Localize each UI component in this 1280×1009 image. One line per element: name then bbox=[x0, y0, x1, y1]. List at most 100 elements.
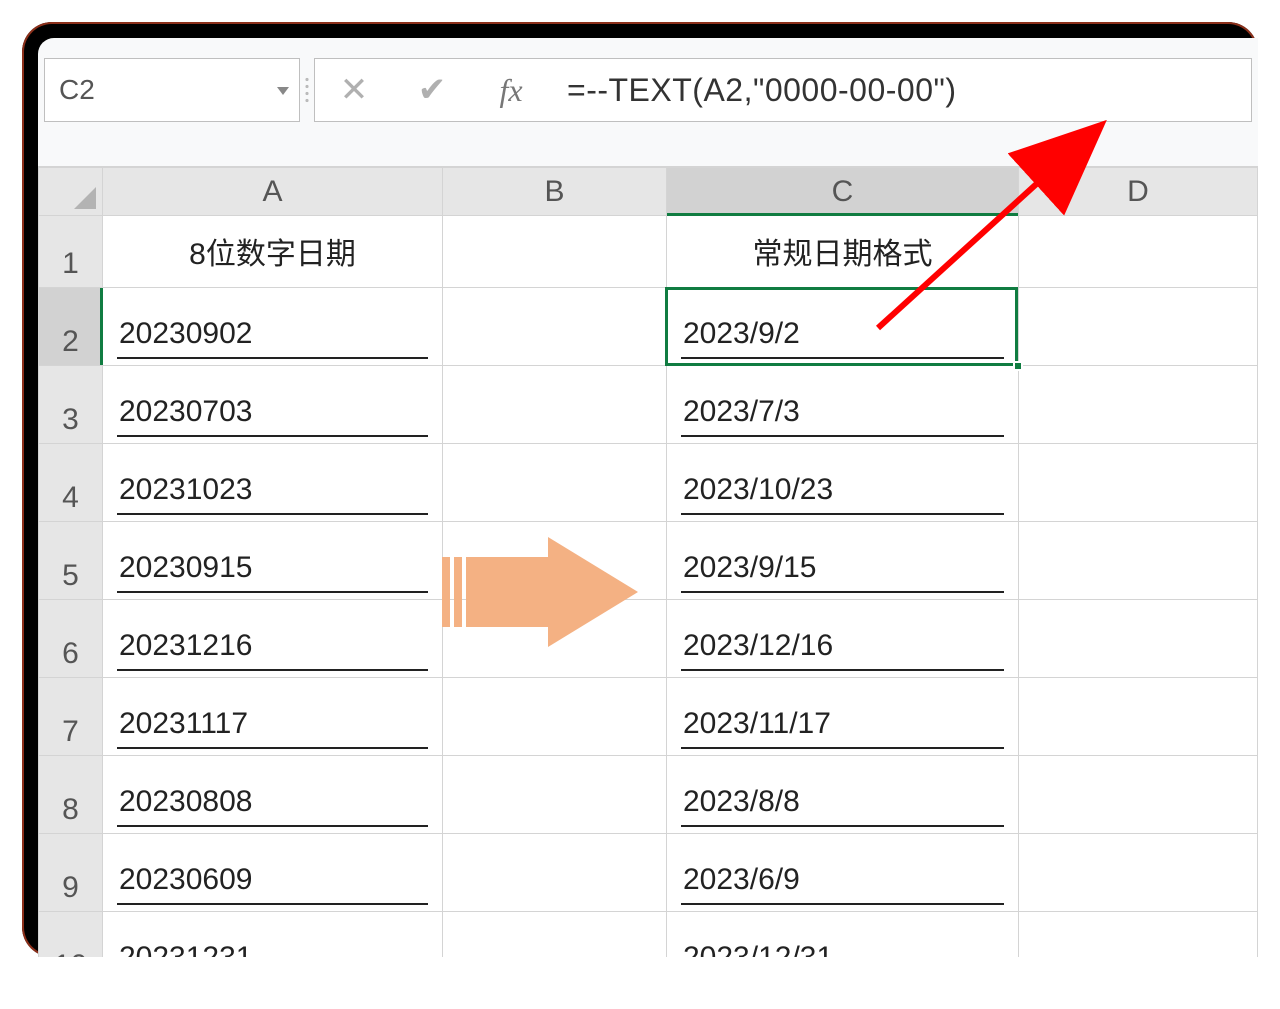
cell[interactable] bbox=[1019, 678, 1258, 756]
worksheet-area: A B C D 1 8位数字日期 常规日期格式 2 20230902 2023/ bbox=[38, 166, 1258, 957]
check-icon: ✔ bbox=[418, 70, 447, 110]
cell[interactable] bbox=[443, 834, 667, 912]
row-header[interactable]: 5 bbox=[39, 522, 103, 600]
cell[interactable] bbox=[443, 912, 667, 958]
cell[interactable] bbox=[1019, 288, 1258, 366]
cell-value: 20231231 bbox=[117, 937, 428, 957]
cell[interactable] bbox=[1019, 444, 1258, 522]
cell[interactable]: 2023/10/23 bbox=[667, 444, 1019, 522]
cell[interactable] bbox=[443, 216, 667, 288]
col-header-label: D bbox=[1127, 175, 1149, 208]
cell[interactable]: 2023/7/3 bbox=[667, 366, 1019, 444]
row-header[interactable]: 7 bbox=[39, 678, 103, 756]
select-all-corner[interactable] bbox=[39, 168, 103, 216]
row-number-label: 10 bbox=[54, 949, 87, 957]
row-number-label: 2 bbox=[62, 325, 79, 358]
cell[interactable] bbox=[443, 288, 667, 366]
cell-value: 20230902 bbox=[117, 313, 428, 359]
cell-value: 20230703 bbox=[117, 391, 428, 437]
col-header-b[interactable]: B bbox=[443, 168, 667, 216]
row-header[interactable]: 6 bbox=[39, 600, 103, 678]
col-header-c[interactable]: C bbox=[667, 168, 1019, 216]
row-number-label: 7 bbox=[62, 715, 79, 748]
cell[interactable] bbox=[1019, 756, 1258, 834]
cell[interactable]: 常规日期格式 bbox=[667, 216, 1019, 288]
formula-input[interactable]: =--TEXT(A2,"0000-00-00") bbox=[551, 58, 1252, 122]
cell[interactable]: 20230609 bbox=[103, 834, 443, 912]
formula-cancel-button[interactable]: ✕ bbox=[315, 59, 393, 121]
row-number-label: 6 bbox=[62, 637, 79, 670]
col-header-a[interactable]: A bbox=[103, 168, 443, 216]
row-header[interactable]: 8 bbox=[39, 756, 103, 834]
row-header[interactable]: 3 bbox=[39, 366, 103, 444]
row-header[interactable]: 4 bbox=[39, 444, 103, 522]
name-box-value: C2 bbox=[59, 74, 95, 106]
cell[interactable]: 20231117 bbox=[103, 678, 443, 756]
row-header[interactable]: 9 bbox=[39, 834, 103, 912]
cell-value: 2023/12/16 bbox=[681, 625, 1004, 671]
cell-value: 20230609 bbox=[117, 859, 428, 905]
fill-handle[interactable] bbox=[1013, 361, 1023, 371]
cell-value: 2023/11/17 bbox=[681, 703, 1004, 749]
cell-value: 20231216 bbox=[117, 625, 428, 671]
row-number-label: 1 bbox=[62, 247, 79, 280]
cell[interactable] bbox=[1019, 366, 1258, 444]
dropdown-caret-icon[interactable] bbox=[277, 87, 289, 95]
cell-value: 20231023 bbox=[117, 469, 428, 515]
cell[interactable]: 20231231 bbox=[103, 912, 443, 958]
cell[interactable]: 20230902 bbox=[103, 288, 443, 366]
formula-confirm-button[interactable]: ✔ bbox=[393, 59, 471, 121]
formula-bar-grip[interactable] bbox=[300, 58, 314, 122]
row-number-label: 5 bbox=[62, 559, 79, 592]
row-header[interactable]: 2 bbox=[39, 288, 103, 366]
cell[interactable]: 20230915 bbox=[103, 522, 443, 600]
row-header[interactable]: 10 bbox=[39, 912, 103, 958]
cell[interactable] bbox=[1019, 912, 1258, 958]
cell-value: 8位数字日期 bbox=[117, 225, 428, 279]
cell[interactable] bbox=[1019, 522, 1258, 600]
cell-value: 20230915 bbox=[117, 547, 428, 593]
cell[interactable]: 2023/6/9 bbox=[667, 834, 1019, 912]
fx-icon: fx bbox=[499, 72, 522, 109]
name-box[interactable]: C2 bbox=[44, 58, 300, 122]
cell[interactable]: 20231216 bbox=[103, 600, 443, 678]
cell[interactable] bbox=[443, 678, 667, 756]
cell-value: 2023/8/8 bbox=[681, 781, 1004, 827]
col-header-d[interactable]: D bbox=[1019, 168, 1258, 216]
cell-value: 2023/7/3 bbox=[681, 391, 1004, 437]
formula-text: =--TEXT(A2,"0000-00-00") bbox=[567, 72, 957, 109]
formula-bar-buttons: ✕ ✔ fx bbox=[314, 58, 551, 122]
cell[interactable]: 20230808 bbox=[103, 756, 443, 834]
cell-value: 常规日期格式 bbox=[681, 225, 1004, 279]
cell[interactable]: 2023/11/17 bbox=[667, 678, 1019, 756]
cell[interactable]: 2023/8/8 bbox=[667, 756, 1019, 834]
cell[interactable] bbox=[1019, 834, 1258, 912]
cell-value: 20231117 bbox=[117, 703, 428, 749]
row-number-label: 9 bbox=[62, 871, 79, 904]
row-number-label: 4 bbox=[62, 481, 79, 514]
row-number-label: 3 bbox=[62, 403, 79, 436]
active-cell[interactable]: 2023/9/2 bbox=[667, 288, 1019, 366]
spreadsheet-grid[interactable]: A B C D 1 8位数字日期 常规日期格式 2 20230902 2023/ bbox=[38, 167, 1258, 957]
cell[interactable] bbox=[443, 444, 667, 522]
cell-value: 2023/12/31 bbox=[681, 937, 1004, 957]
row-header[interactable]: 1 bbox=[39, 216, 103, 288]
cell[interactable]: 2023/9/15 bbox=[667, 522, 1019, 600]
cell[interactable]: 2023/12/31 bbox=[667, 912, 1019, 958]
insert-function-button[interactable]: fx bbox=[471, 59, 551, 121]
col-header-label: C bbox=[832, 175, 854, 208]
cell[interactable] bbox=[1019, 216, 1258, 288]
cell[interactable] bbox=[443, 522, 667, 600]
cell[interactable] bbox=[443, 366, 667, 444]
cell[interactable]: 2023/12/16 bbox=[667, 600, 1019, 678]
x-icon: ✕ bbox=[340, 70, 369, 110]
cell[interactable]: 20231023 bbox=[103, 444, 443, 522]
cell[interactable]: 20230703 bbox=[103, 366, 443, 444]
cell[interactable] bbox=[443, 600, 667, 678]
cell[interactable] bbox=[443, 756, 667, 834]
cell[interactable] bbox=[1019, 600, 1258, 678]
cell-value: 20230808 bbox=[117, 781, 428, 827]
decorative-frame: C2 ✕ ✔ fx =--TEXT(A2,"0000-00-00") bbox=[22, 22, 1258, 957]
formula-bar: C2 ✕ ✔ fx =--TEXT(A2,"0000-00-00") bbox=[38, 58, 1258, 122]
cell[interactable]: 8位数字日期 bbox=[103, 216, 443, 288]
